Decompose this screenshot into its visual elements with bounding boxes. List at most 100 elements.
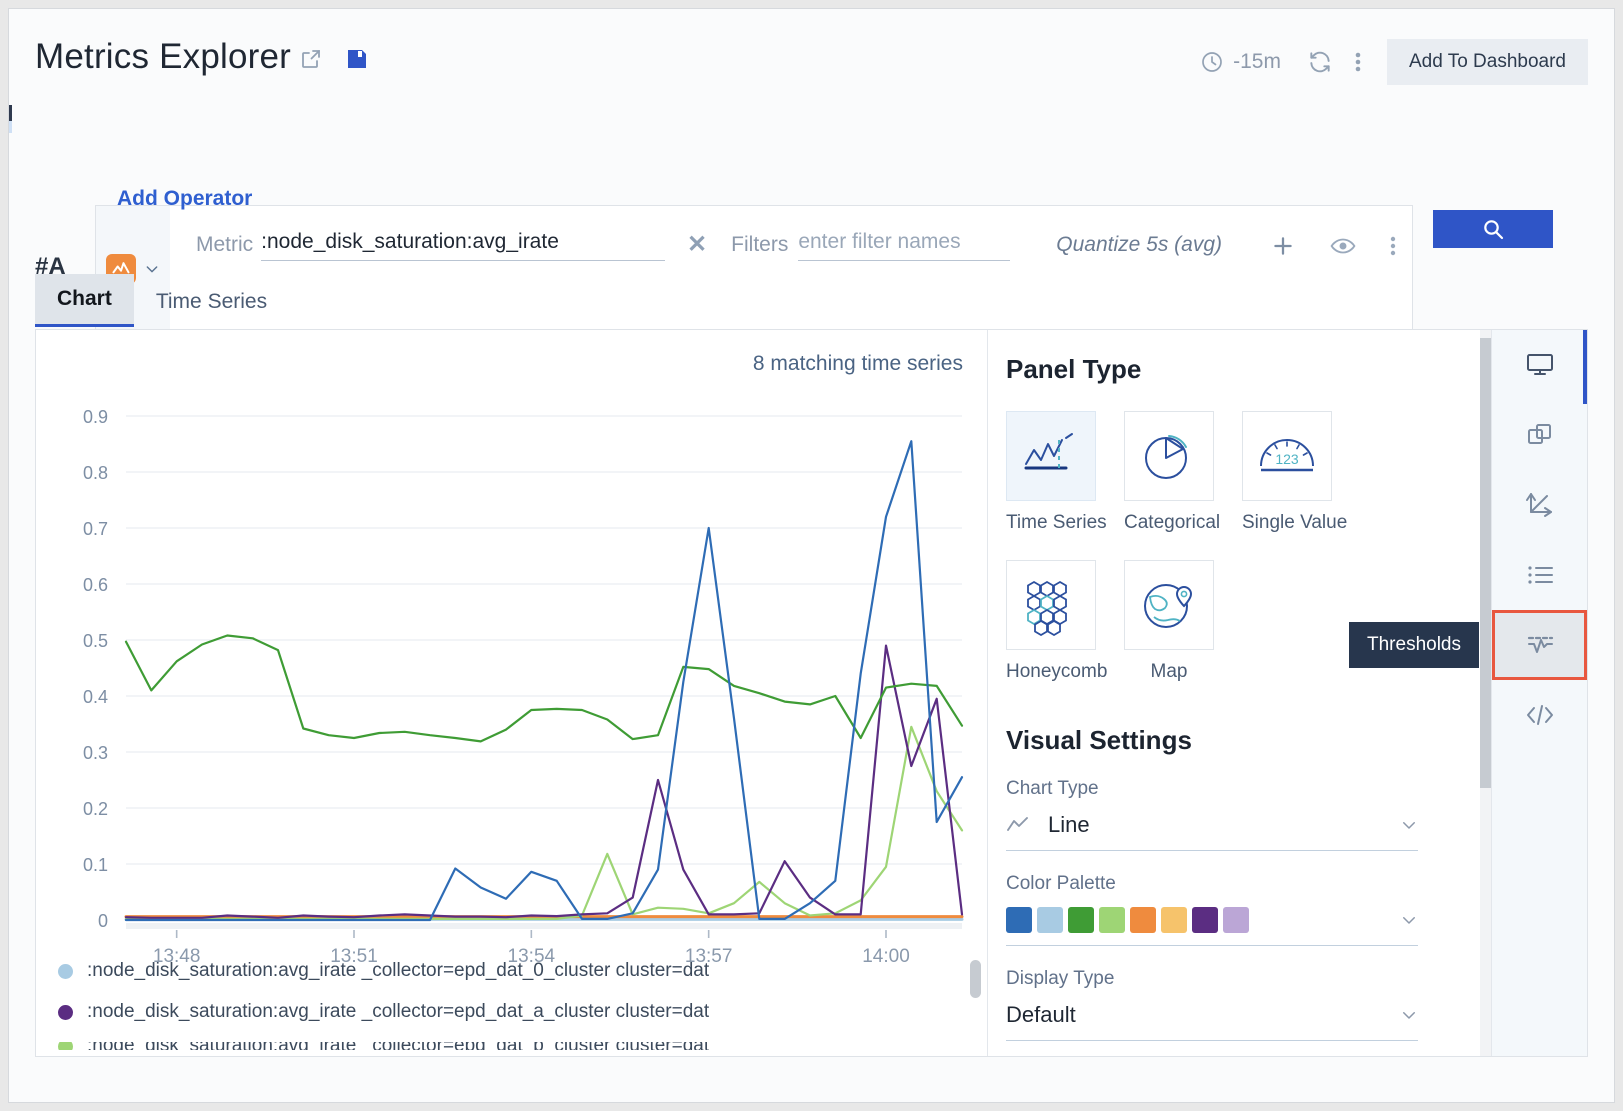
- list-item[interactable]: :node_disk_saturation:avg_irate _collect…: [58, 1001, 968, 1023]
- chart-type-label: Chart Type: [1006, 778, 1446, 800]
- list-item[interactable]: :node_disk_saturation:avg_irate _collect…: [58, 1042, 968, 1050]
- svg-text:0.8: 0.8: [83, 463, 108, 483]
- rail-item-thresholds[interactable]: [1492, 610, 1587, 680]
- panel-type-honeycomb[interactable]: Honeycomb: [1006, 560, 1096, 683]
- thresholds-tooltip: Thresholds: [1349, 622, 1479, 668]
- svg-text:0.5: 0.5: [83, 631, 108, 651]
- settings-scrollbar-thumb[interactable]: [1480, 338, 1491, 788]
- filters-label: Filters: [731, 233, 788, 261]
- panel-type-label: Honeycomb: [1006, 661, 1096, 683]
- globe-pin-icon: [1124, 560, 1214, 650]
- clock-icon: [1200, 50, 1224, 74]
- palette-swatch[interactable]: [1223, 907, 1249, 933]
- palette-swatch[interactable]: [1006, 907, 1032, 933]
- list-item[interactable]: :node_disk_saturation:avg_irate _collect…: [58, 960, 968, 982]
- tab-chart[interactable]: Chart: [35, 274, 134, 327]
- color-palette-select[interactable]: [1006, 907, 1418, 946]
- add-operator-link[interactable]: Add Operator: [117, 187, 252, 211]
- svg-text:123: 123: [1275, 451, 1299, 467]
- legend-label: :node_disk_saturation:avg_irate _collect…: [87, 1001, 709, 1023]
- legend-label: :node_disk_saturation:avg_irate _collect…: [87, 960, 709, 982]
- page-header: Metrics Explorer: [9, 9, 1614, 105]
- add-to-dashboard-button[interactable]: Add To Dashboard: [1387, 39, 1588, 85]
- settings-icon-rail: [1491, 330, 1587, 1056]
- chevron-down-icon[interactable]: [1400, 911, 1418, 929]
- refresh-icon[interactable]: [1307, 49, 1333, 75]
- panel-type-map[interactable]: Map: [1124, 560, 1214, 683]
- settings-scrollbar-track[interactable]: [1480, 330, 1491, 1056]
- axes-icon: [1525, 490, 1555, 520]
- panel-type-row-1: Time Series Categorical: [1006, 411, 1446, 534]
- svg-text:0.6: 0.6: [83, 575, 108, 595]
- metric-label: Metric: [196, 233, 253, 261]
- main-content: 8 matching time series 00.10.20.30.40.50…: [35, 329, 1588, 1057]
- chart-type-value: Line: [1048, 812, 1090, 838]
- eye-icon[interactable]: [1330, 236, 1356, 256]
- chart-scrollbar[interactable]: [970, 960, 981, 998]
- palette-swatch[interactable]: [1099, 907, 1125, 933]
- filters-input[interactable]: enter filter names: [798, 230, 1010, 261]
- time-range-label: -15m: [1233, 50, 1281, 74]
- chart-panel: 8 matching time series 00.10.20.30.40.50…: [36, 330, 988, 1056]
- layers-icon: [1526, 421, 1554, 449]
- save-icon[interactable]: [345, 47, 369, 71]
- panel-type-title: Panel Type: [1006, 354, 1446, 385]
- rail-item-legend[interactable]: [1492, 540, 1587, 610]
- palette-swatch[interactable]: [1192, 907, 1218, 933]
- palette-swatch[interactable]: [1130, 907, 1156, 933]
- query-actions: [1270, 233, 1396, 261]
- time-series-icon: [1006, 411, 1096, 501]
- legend-list-icon: [1526, 563, 1554, 587]
- settings-panel: Panel Type Time Series: [988, 330, 1587, 1056]
- panel-type-label: Map: [1124, 661, 1214, 683]
- chart-type-select[interactable]: Line: [1006, 812, 1418, 851]
- panel-type-label: Single Value: [1242, 512, 1332, 534]
- panel-type-single-value[interactable]: 123 Single Value: [1242, 411, 1332, 534]
- query-kebab-menu-icon[interactable]: [1390, 234, 1396, 258]
- svg-text:0.9: 0.9: [83, 407, 108, 427]
- display-type-label: Display Type: [1006, 968, 1446, 990]
- svg-text:0.7: 0.7: [83, 519, 108, 539]
- svg-text:0.4: 0.4: [83, 687, 108, 707]
- svg-text:0.1: 0.1: [83, 855, 108, 875]
- settings-content: Panel Type Time Series: [1006, 330, 1446, 1056]
- chevron-down-icon[interactable]: [1400, 816, 1418, 834]
- palette-swatches: [1006, 907, 1249, 933]
- metric-input[interactable]: :node_disk_saturation:avg_irate: [261, 230, 665, 261]
- panel-type-time-series[interactable]: Time Series: [1006, 411, 1096, 534]
- tab-time-series[interactable]: Time Series: [134, 277, 289, 327]
- display-type-value: Default: [1006, 1002, 1076, 1028]
- rail-item-code[interactable]: [1492, 680, 1587, 750]
- title-actions: [299, 47, 369, 71]
- page-title: Metrics Explorer: [35, 37, 291, 77]
- thresholds-icon: [1525, 631, 1555, 659]
- quantize-label[interactable]: Quantize 5s (avg): [1056, 233, 1222, 261]
- legend-color-dot: [58, 1042, 73, 1050]
- legend-color-dot: [58, 964, 73, 979]
- view-tabs: Chart Time Series: [35, 274, 289, 327]
- code-icon: [1525, 703, 1555, 727]
- display-type-select[interactable]: Default: [1006, 1002, 1418, 1041]
- panel-type-categorical[interactable]: Categorical: [1124, 411, 1214, 534]
- panel-type-label: Categorical: [1124, 512, 1214, 534]
- honeycomb-icon: [1006, 560, 1096, 650]
- rail-item-axes[interactable]: [1492, 470, 1587, 540]
- header-kebab-menu-icon[interactable]: [1355, 50, 1361, 74]
- time-range-selector[interactable]: -15m: [1200, 50, 1281, 74]
- palette-swatch[interactable]: [1161, 907, 1187, 933]
- search-button[interactable]: [1433, 210, 1553, 248]
- chevron-down-icon[interactable]: [1400, 1006, 1418, 1024]
- metrics-line-chart[interactable]: 00.10.20.30.40.50.60.70.80.913:4813:5113…: [36, 380, 988, 980]
- clear-metric-x-icon[interactable]: ✕: [687, 230, 707, 261]
- search-icon: [1481, 217, 1505, 241]
- rail-item-display[interactable]: [1492, 330, 1587, 400]
- rail-item-panels[interactable]: [1492, 400, 1587, 470]
- palette-swatch[interactable]: [1037, 907, 1063, 933]
- plus-icon[interactable]: [1270, 233, 1296, 259]
- palette-swatch[interactable]: [1068, 907, 1094, 933]
- chart-legend: :node_disk_saturation:avg_irate _collect…: [58, 960, 968, 1069]
- metrics-explorer-window: Metrics Explorer: [8, 8, 1615, 1103]
- share-icon[interactable]: [299, 47, 323, 71]
- pie-chart-icon: [1124, 411, 1214, 501]
- color-palette-label: Color Palette: [1006, 873, 1446, 895]
